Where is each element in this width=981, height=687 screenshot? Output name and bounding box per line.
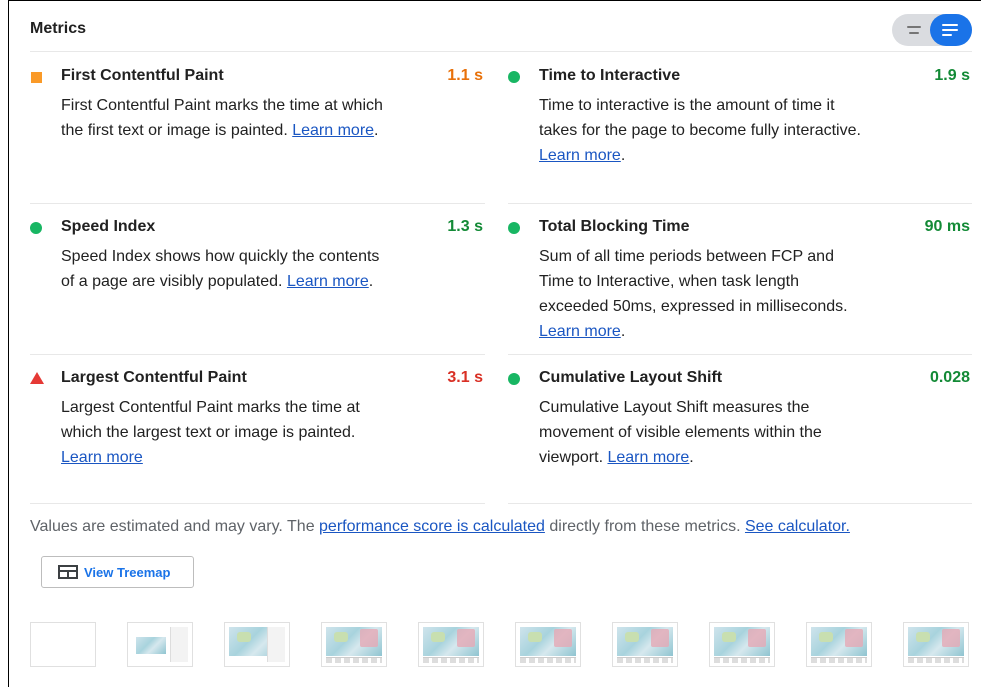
metric-description: Time to interactive is the amount of tim… [539,93,869,168]
metric-description: Largest Contentful Paint marks the time … [61,395,391,470]
fail-triangle-icon [30,372,44,384]
filmstrip-frame [806,622,872,667]
metric-name: First Contentful Paint [61,67,224,84]
metric-description: Speed Index shows how quickly the conten… [61,244,391,294]
metric-value: 1.1 s [447,67,483,84]
metric-first-contentful-paint: First Contentful Paint 1.1 s First Conte… [30,53,485,204]
view-treemap-button[interactable]: View Treemap [41,556,194,588]
filmstrip-frame [515,622,581,667]
metric-value: 3.1 s [447,369,483,386]
metric-value: 1.9 s [934,67,970,84]
punctuation: . [620,323,626,340]
metric-name: Time to Interactive [539,67,681,84]
filmstrip-frame [418,622,484,667]
filmstrip-frame [127,622,193,667]
metric-largest-contentful-paint: Largest Contentful Paint 3.1 s Largest C… [30,355,485,504]
metric-name: Speed Index [61,218,156,235]
metric-value: 1.3 s [447,218,483,235]
metric-value: 90 ms [924,218,970,235]
metric-speed-index: Speed Index 1.3 s Speed Index shows how … [30,204,485,355]
footnote-text: Values are estimated and may vary. The [30,518,320,535]
metrics-header: Metrics [30,0,972,52]
treemap-icon [58,565,78,579]
metric-time-to-interactive: Time to Interactive 1.9 s Time to intera… [508,53,972,204]
metric-description: Sum of all time periods between FCP and … [539,244,869,344]
metric-name: Total Blocking Time [539,218,690,235]
learn-more-link[interactable]: Learn more [539,147,621,164]
metric-name: Largest Contentful Paint [61,369,247,386]
filmstrip-frame [224,622,290,667]
view-toggle[interactable] [892,14,972,46]
metric-value: 0.028 [929,369,970,386]
filmstrip-frame [709,622,775,667]
metric-cumulative-layout-shift: Cumulative Layout Shift 0.028 Cumulative… [508,355,972,504]
see-calculator-link[interactable]: See calculator. [745,518,850,535]
description-text: Time to interactive is the amount of tim… [539,97,861,139]
filmstrip-frame [903,622,969,667]
description-text: Sum of all time periods between FCP and … [539,248,848,315]
section-title: Metrics [30,20,87,37]
pass-circle-icon [508,373,520,385]
learn-more-link[interactable]: Learn more [61,449,143,466]
learn-more-link[interactable]: Learn more [539,323,621,340]
metric-description: Cumulative Layout Shift measures the mov… [539,395,869,470]
compact-view-icon[interactable] [900,18,928,42]
learn-more-link[interactable]: Learn more [292,122,374,139]
filmstrip-frame [612,622,678,667]
pass-circle-icon [30,222,42,234]
filmstrip-frame [30,622,96,667]
punctuation: . [374,122,379,139]
description-text: Largest Contentful Paint marks the time … [61,399,360,441]
average-square-icon [31,72,42,83]
pass-circle-icon [508,71,520,83]
punctuation: . [689,449,694,466]
metric-name: Cumulative Layout Shift [539,369,723,386]
learn-more-link[interactable]: Learn more [607,449,689,466]
expanded-view-icon[interactable] [930,14,972,46]
filmstrip-frame [321,622,387,667]
punctuation: . [368,273,374,290]
score-calculated-link[interactable]: performance score is calculated [319,518,545,535]
learn-more-link[interactable]: Learn more [287,273,369,290]
metrics-footnote: Values are estimated and may vary. The p… [30,518,850,536]
punctuation: . [620,147,626,164]
footnote-text: directly from these metrics. [544,518,745,535]
metric-description: First Contentful Paint marks the time at… [61,93,391,143]
pass-circle-icon [508,222,520,234]
view-treemap-label: View Treemap [84,564,171,580]
metric-total-blocking-time: Total Blocking Time 90 ms Sum of all tim… [508,204,972,355]
